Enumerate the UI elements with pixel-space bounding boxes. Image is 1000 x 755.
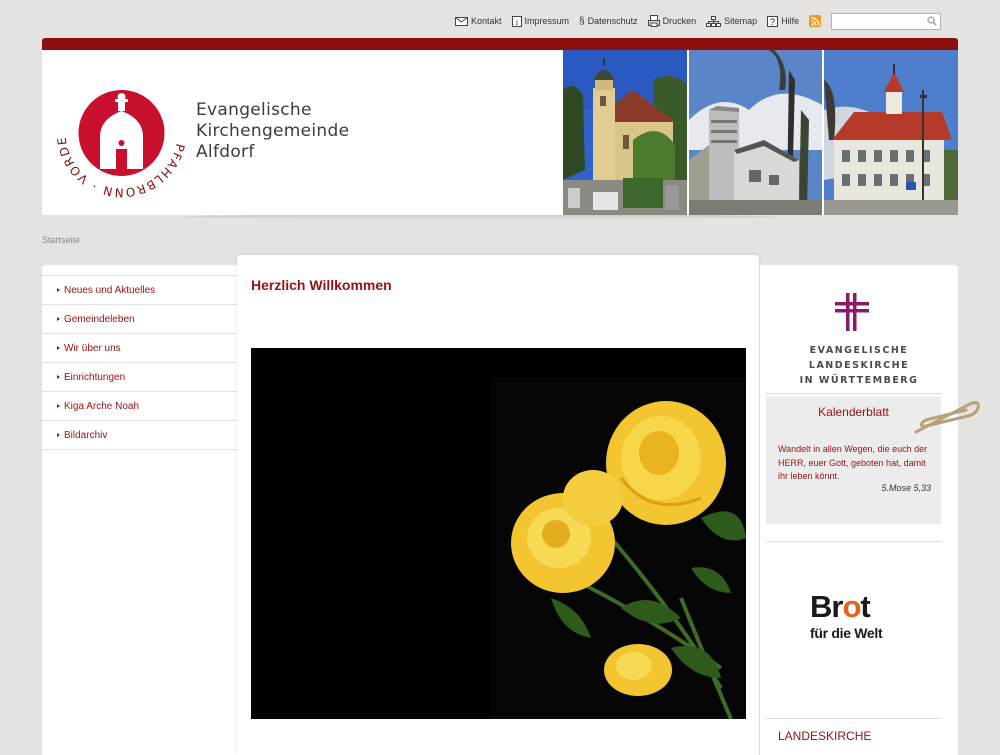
- sidebar-menu: Neues und Aktuelles Gemeindeleben Wir üb…: [42, 275, 238, 450]
- search-icon[interactable]: [927, 15, 937, 26]
- elk-logo-text[interactable]: Evangelische Landeskirche in Württemberg: [760, 343, 958, 388]
- datenschutz-label: Datenschutz: [587, 16, 638, 26]
- header-photo-modern: [689, 50, 822, 215]
- triangle-right-icon: [57, 404, 60, 408]
- sidebar-item-label: Neues und Aktuelles: [64, 284, 156, 296]
- cross-icon[interactable]: [835, 293, 869, 333]
- brand-line-3: Alfdorf: [196, 142, 255, 162]
- envelope-icon: [455, 16, 468, 26]
- sidebar-item-label: Kiga Arche Noah: [64, 400, 140, 412]
- brand-line-1: Evangelische: [196, 100, 312, 120]
- datenschutz-link[interactable]: § Datenschutz: [579, 16, 638, 27]
- hilfe-link[interactable]: ? Hilfe: [767, 15, 800, 27]
- sidebar-item-gemeindeleben[interactable]: Gemeindeleben: [42, 305, 238, 334]
- main-content: Herzlich Willkommen: [237, 255, 759, 755]
- site-header: PFAHLBRONN · VORDERSTEINENBERG · ALFDORF…: [42, 50, 958, 215]
- printer-icon: [647, 15, 660, 27]
- divider: [766, 541, 941, 542]
- impressum-link[interactable]: i Impressum: [511, 15, 570, 27]
- elk-line-2: in Württemberg: [799, 375, 919, 386]
- kontakt-label: Kontakt: [471, 16, 502, 26]
- search-box: [831, 12, 942, 30]
- header-accent-bar: [42, 38, 958, 50]
- help-icon: ?: [767, 15, 779, 27]
- sidebar-item-label: Bildarchiv: [64, 429, 108, 441]
- sidebar-item-neues[interactable]: Neues und Aktuelles: [42, 276, 238, 305]
- info-icon: i: [511, 15, 522, 27]
- page-title: Herzlich Willkommen: [251, 277, 392, 293]
- drucken-link[interactable]: Drucken: [647, 15, 697, 27]
- sidebar-item-wir-ueber-uns[interactable]: Wir über uns: [42, 334, 238, 363]
- top-nav: Kontakt i Impressum § Datenschutz Drucke…: [455, 11, 942, 31]
- search-input[interactable]: [832, 14, 929, 28]
- brot-word: Brot: [810, 589, 871, 625]
- triangle-right-icon: [57, 346, 60, 350]
- sitemap-link[interactable]: Sitemap: [706, 15, 758, 27]
- sidebar-item-einrichtungen[interactable]: Einrichtungen: [42, 363, 238, 392]
- landeskirche-heading[interactable]: LANDESKIRCHE: [778, 729, 871, 743]
- rss-icon[interactable]: [809, 15, 822, 27]
- kontakt-link[interactable]: Kontakt: [455, 16, 502, 26]
- triangle-right-icon: [57, 288, 60, 292]
- right-sidebar: Evangelische Landeskirche in Württemberg…: [760, 265, 980, 755]
- divider: [766, 718, 941, 719]
- kalender-reference: 5.Mose 5,33: [881, 483, 931, 493]
- header-photo-townhall: [824, 50, 958, 215]
- sitemap-label: Sitemap: [724, 16, 758, 26]
- drucken-label: Drucken: [662, 16, 697, 26]
- triangle-right-icon: [57, 433, 60, 437]
- triangle-right-icon: [57, 375, 60, 379]
- impressum-label: Impressum: [524, 16, 570, 26]
- welcome-image-roses: [251, 348, 746, 719]
- sidebar-item-bildarchiv[interactable]: Bildarchiv: [42, 421, 238, 450]
- hilfe-label: Hilfe: [781, 16, 800, 26]
- sitemap-icon: [706, 15, 722, 27]
- brot-word-part: Br: [810, 589, 843, 624]
- header-photo-church: [563, 50, 687, 215]
- sidebar-item-label: Wir über uns: [64, 342, 121, 354]
- brand-line-2: Kirchengemeinde: [196, 121, 350, 141]
- sidebar-item-label: Gemeindeleben: [64, 313, 135, 325]
- sidebar-item-kiga[interactable]: Kiga Arche Noah: [42, 392, 238, 421]
- brot-subtitle: für die Welt: [810, 625, 883, 641]
- svg-text:?: ?: [770, 17, 775, 27]
- sidebar-item-label: Einrichtungen: [64, 371, 126, 383]
- paragraph-icon: §: [579, 15, 585, 27]
- kalender-text: Wandelt in allen Wegen, die euch der HER…: [778, 444, 928, 481]
- sidebar: Neues und Aktuelles Gemeindeleben Wir üb…: [42, 265, 239, 755]
- divider: [766, 393, 941, 394]
- brot-word-part: t: [860, 589, 870, 624]
- brot-word-o: o: [842, 589, 861, 624]
- brand-name: Evangelische Kirchengemeinde Alfdorf: [196, 100, 349, 163]
- breadcrumb[interactable]: Startseite: [42, 235, 80, 245]
- elk-line-1: Evangelische Landeskirche: [808, 345, 910, 371]
- paperclip-icon: [914, 401, 980, 434]
- church-logo[interactable]: PFAHLBRONN · VORDERSTEINENBERG · ALFDORF: [49, 54, 189, 200]
- brot-fuer-die-welt-logo[interactable]: Brot für die Welt: [787, 551, 921, 685]
- triangle-right-icon: [57, 317, 60, 321]
